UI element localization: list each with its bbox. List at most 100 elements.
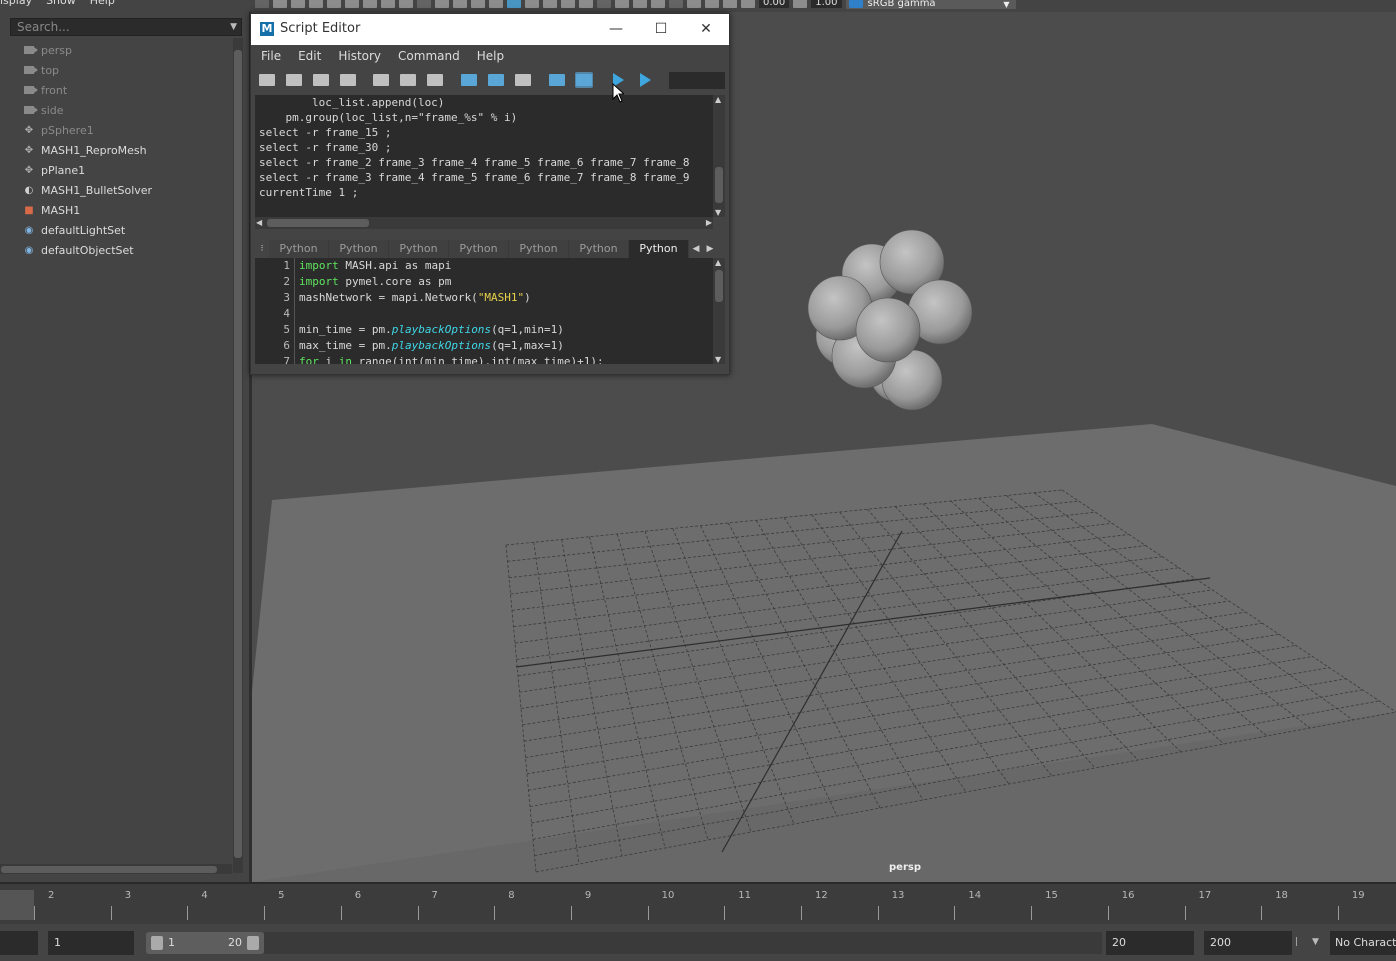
show-input-only-icon[interactable]	[487, 72, 505, 88]
outliner-item[interactable]: ✥ pSphere1	[0, 120, 232, 140]
current-frame-field[interactable]: 1	[48, 931, 134, 955]
animation-end-field[interactable]: 200	[1204, 931, 1292, 955]
show-history-only-icon[interactable]	[460, 72, 478, 88]
bookmark-icon[interactable]	[291, 0, 305, 8]
echo-all-commands-icon[interactable]	[548, 72, 566, 88]
outliner-item[interactable]: ◉ defaultLightSet	[0, 220, 232, 240]
line-numbers-icon[interactable]	[575, 72, 593, 88]
menu-edit[interactable]: Edit	[298, 45, 321, 67]
image-plane-icon[interactable]	[309, 0, 323, 8]
tab-python[interactable]: Python	[629, 240, 689, 258]
minimize-button[interactable]: —	[601, 18, 631, 40]
chevron-down-icon[interactable]: ▼	[1312, 937, 1319, 947]
wireframe-icon[interactable]	[489, 0, 503, 8]
show-both-icon[interactable]	[514, 72, 532, 88]
scrollbar-thumb[interactable]	[715, 167, 723, 203]
menu-file[interactable]: File	[261, 45, 281, 67]
exposure-field[interactable]: 0.00	[759, 0, 790, 8]
camera-attributes-icon[interactable]	[273, 0, 287, 8]
range-start-handle[interactable]	[151, 936, 163, 950]
outliner-item[interactable]: ✥ MASH1_ReproMesh	[0, 140, 232, 160]
range-slider-track[interactable]	[264, 932, 1102, 954]
resolution-gate-icon[interactable]	[399, 0, 413, 8]
color-management-icon[interactable]	[848, 0, 863, 8]
tab-python[interactable]: Python	[449, 240, 509, 258]
scroll-up-icon[interactable]: ▲	[715, 95, 721, 104]
tab-python[interactable]: Python	[269, 240, 329, 258]
load-script-icon[interactable]	[258, 72, 276, 88]
clear-history-icon[interactable]	[372, 72, 390, 88]
scroll-right-icon[interactable]: ▶	[706, 218, 712, 227]
outliner-item[interactable]: side	[0, 100, 232, 120]
save-script-to-shelf-icon[interactable]	[339, 72, 357, 88]
gamma-icon[interactable]	[793, 0, 808, 8]
gate-mask-icon[interactable]	[417, 0, 431, 8]
chevron-down-icon[interactable]: ▼	[230, 19, 237, 35]
script-search-input[interactable]	[669, 72, 725, 89]
scroll-up-icon[interactable]: ▲	[715, 258, 721, 267]
outliner-vertical-scrollbar[interactable]	[233, 38, 243, 873]
wireframe-on-shaded-icon[interactable]	[525, 0, 539, 8]
menu-command[interactable]: Command	[398, 45, 460, 67]
clear-all-icon[interactable]	[426, 72, 444, 88]
scrollbar-thumb[interactable]	[234, 50, 242, 858]
tab-scroll-right-icon[interactable]: ▶	[703, 240, 717, 258]
tab-python[interactable]: Python	[329, 240, 389, 258]
colorspace-dropdown[interactable]: sRGB gamma ▼	[845, 0, 1016, 9]
outliner-menu-2[interactable]: Help	[90, 0, 115, 12]
scrollbar-thumb[interactable]	[715, 270, 723, 302]
2d-pan-zoom-icon[interactable]	[327, 0, 341, 8]
safe-action-icon[interactable]	[453, 0, 467, 8]
character-set-dropdown[interactable]: No Character Set	[1330, 931, 1396, 955]
smooth-shade-icon[interactable]	[507, 0, 521, 8]
outliner-menu-1[interactable]: Show	[46, 0, 76, 12]
textured-icon[interactable]	[543, 0, 557, 8]
execute-selected-icon[interactable]	[636, 72, 654, 88]
script-input-pane[interactable]: 1 import MASH.api as mapi 2 import pymel.co…	[255, 258, 713, 364]
range-end-handle[interactable]	[247, 936, 259, 950]
script-history-pane[interactable]: loc_list.append(loc) pm.group(loc_list,n…	[255, 95, 713, 217]
field-chart-icon[interactable]	[435, 0, 449, 8]
time-slider[interactable]: 2 3 4 5 6 7 8 9 10 11 12 13 14 15 16 17 18 19	[0, 882, 1396, 924]
scrollbar-thumb[interactable]	[1, 866, 217, 873]
camera-icon[interactable]	[255, 0, 269, 8]
screen-space-ao-icon[interactable]	[597, 0, 611, 8]
use-all-lights-icon[interactable]	[561, 0, 575, 8]
scrollbar-thumb[interactable]	[267, 219, 369, 227]
range-slider[interactable]: 1 20	[146, 932, 264, 954]
playback-end-field[interactable]: 20	[1106, 931, 1194, 955]
safe-title-icon[interactable]	[471, 0, 485, 8]
outliner-item[interactable]: front	[0, 80, 232, 100]
anti-aliasing-icon[interactable]	[633, 0, 647, 8]
scroll-down-icon[interactable]: ▼	[715, 208, 721, 217]
outliner-item[interactable]: persp	[0, 40, 232, 60]
history-horizontal-scrollbar[interactable]: ◀ ▶	[255, 217, 713, 229]
shadows-icon[interactable]	[579, 0, 593, 8]
xray-icon[interactable]	[687, 0, 701, 8]
grid-icon[interactable]	[363, 0, 377, 8]
outliner-item[interactable]: ■ MASH1	[0, 200, 232, 220]
motion-blur-icon[interactable]	[615, 0, 629, 8]
close-button[interactable]: ✕	[691, 18, 721, 40]
isolate-select-icon[interactable]	[669, 0, 683, 8]
outliner-item[interactable]: ✥ pPlane1	[0, 160, 232, 180]
tab-scroll-left-icon[interactable]: ◀	[689, 240, 703, 258]
tab-python[interactable]: Python	[389, 240, 449, 258]
menu-history[interactable]: History	[338, 45, 381, 67]
script-editor-titlebar[interactable]: M Script Editor — ☐ ✕	[251, 14, 729, 45]
start-time-field[interactable]	[0, 931, 38, 955]
menu-help[interactable]: Help	[477, 45, 504, 67]
save-script-icon[interactable]	[312, 72, 330, 88]
outliner-horizontal-scrollbar[interactable]	[0, 864, 232, 874]
grease-pencil-icon[interactable]	[345, 0, 359, 8]
tab-python[interactable]: Python	[569, 240, 629, 258]
depth-of-field-icon[interactable]	[651, 0, 665, 8]
outliner-item[interactable]: ◐ MASH1_BulletSolver	[0, 180, 232, 200]
outliner-item[interactable]: ◉ defaultObjectSet	[0, 240, 232, 260]
maximize-button[interactable]: ☐	[646, 18, 676, 40]
film-gate-icon[interactable]	[381, 0, 395, 8]
history-vertical-scrollbar[interactable]: ▲ ▼	[713, 95, 725, 217]
clear-input-icon[interactable]	[399, 72, 417, 88]
outliner-menu-0[interactable]: isplay	[0, 0, 32, 12]
outliner-item[interactable]: top	[0, 60, 232, 80]
